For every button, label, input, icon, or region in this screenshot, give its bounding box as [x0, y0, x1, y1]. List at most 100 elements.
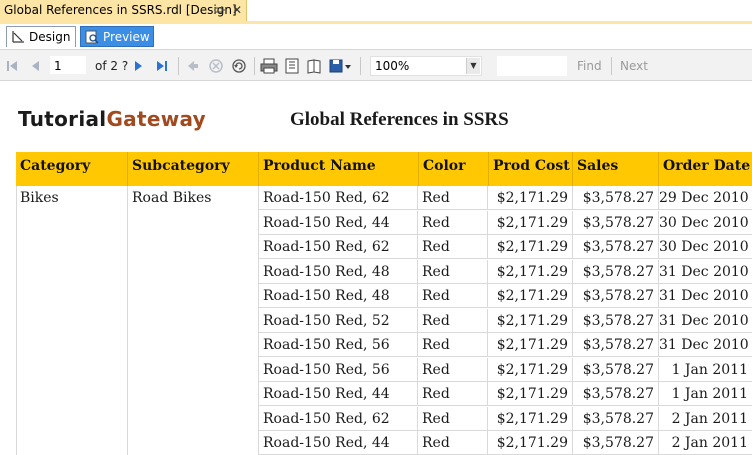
- order-date-cell: 2 Jan 2011: [659, 407, 752, 431]
- column-header-order-date: Order Date: [663, 158, 751, 174]
- order-date-cell: 31 Dec 2010: [659, 333, 752, 357]
- table-row: Road-150 Red, 56 Red $2,171.29 $3,578.27 31 …: [0, 333, 752, 357]
- table-row: Road-150 Red, 52 Red $2,171.29 $3,578.27 31 …: [0, 308, 752, 333]
- sales-cell: $3,578.27: [573, 210, 659, 235]
- color-cell: Red: [418, 235, 488, 259]
- column-header-prod-cost: Prod Cost: [489, 152, 573, 186]
- sales-cell: $3,578.27: [573, 284, 659, 308]
- order-date-cell: 1 Jan 2011: [659, 358, 752, 382]
- order-date-cell: 30 Dec 2010: [659, 235, 752, 259]
- order-date-cell: 31 Dec 2010: [659, 284, 752, 308]
- table-row: Road-150 Red, 62 Red $2,171.29 $3,578.27 29 …: [0, 186, 752, 210]
- product-name-cell: Road-150 Red, 62: [259, 235, 418, 259]
- document-tab-title: Global References in SSRS.rdl [Design]: [4, 3, 237, 17]
- page-number-input[interactable]: 1: [50, 56, 86, 74]
- find-input[interactable]: [497, 56, 567, 76]
- table-row: Road-150 Red, 44 Red $2,171.29 $3,578.27 1 J…: [0, 382, 752, 406]
- export-icon[interactable]: [328, 57, 352, 75]
- product-name-cell: Road-150 Red, 48: [259, 284, 418, 308]
- refresh-icon[interactable]: [231, 57, 247, 75]
- prod-cost-cell: $2,171.29: [488, 259, 573, 284]
- sales-cell: $3,578.27: [573, 406, 659, 431]
- column-header-subcategory: Subcategory: [128, 152, 259, 186]
- column-header-sales: Sales: [573, 152, 659, 186]
- previous-page-icon[interactable]: [30, 57, 40, 75]
- order-date-cell: 1 Jan 2011: [659, 382, 752, 406]
- sales-cell: $3,578.27: [573, 235, 659, 259]
- next-page-icon[interactable]: [134, 57, 144, 75]
- product-name-cell: Road-150 Red, 56: [259, 357, 418, 382]
- product-name-cell: Road-150 Red, 56: [259, 333, 418, 357]
- document-tab[interactable]: Global References in SSRS.rdl [Design] ✕: [0, 0, 247, 21]
- prod-cost-cell: $2,171.29: [488, 210, 573, 235]
- design-icon: [12, 31, 24, 43]
- color-cell: Red: [418, 308, 488, 333]
- color-cell: Red: [418, 382, 488, 406]
- prod-cost-cell: $2,171.29: [488, 235, 573, 259]
- color-cell: Red: [418, 406, 488, 431]
- prod-cost-cell: $2,171.29: [488, 431, 573, 455]
- column-header-color: Color: [419, 152, 489, 186]
- product-name-cell: Road-150 Red, 44: [259, 431, 418, 455]
- logo: TutorialGateway: [18, 107, 206, 131]
- last-page-icon[interactable]: [156, 57, 168, 75]
- column-header-category: Category: [16, 152, 128, 186]
- pin-icon[interactable]: [214, 4, 226, 16]
- product-name-cell: Road-150 Red, 44: [259, 210, 418, 235]
- product-name-cell: Road-150 Red, 48: [259, 259, 418, 284]
- color-cell: Red: [418, 259, 488, 284]
- prod-cost-cell: $2,171.29: [488, 284, 573, 308]
- table-row: Road-150 Red, 44 Red $2,171.29 $3,578.27 30 …: [0, 210, 752, 235]
- product-name-cell: Road-150 Red, 62: [259, 186, 418, 210]
- table-header: Category Subcategory Product Name Color …: [16, 152, 752, 186]
- page-setup-icon[interactable]: [306, 57, 322, 75]
- report-canvas: TutorialGateway Global References in SSR…: [0, 81, 752, 455]
- sales-cell: $3,578.27: [573, 186, 659, 210]
- page-count-label: of 2 ?: [95, 59, 129, 73]
- order-date-cell: 30 Dec 2010: [659, 211, 752, 235]
- color-cell: Red: [418, 357, 488, 382]
- back-icon[interactable]: [186, 57, 200, 75]
- sales-cell: $3,578.27: [573, 382, 659, 406]
- table-row: Road-150 Red, 56 Red $2,171.29 $3,578.27 1 J…: [0, 357, 752, 382]
- find-link[interactable]: Find: [577, 59, 602, 73]
- column-header-product-name: Product Name: [259, 152, 419, 186]
- sales-cell: $3,578.27: [573, 357, 659, 382]
- prod-cost-cell: $2,171.29: [488, 333, 573, 357]
- chevron-down-icon[interactable]: ▼: [466, 58, 480, 74]
- table-row: Road-150 Red, 44 Red $2,171.29 $3,578.27 2 J…: [0, 431, 752, 455]
- product-name-cell: Road-150 Red, 62: [259, 406, 418, 431]
- first-page-icon[interactable]: [6, 57, 18, 75]
- zoom-value: 100%: [375, 59, 410, 73]
- preview-icon: [85, 30, 99, 44]
- order-date-cell: 31 Dec 2010: [659, 309, 752, 333]
- order-date-cell: 2 Jan 2011: [659, 431, 752, 455]
- prod-cost-cell: $2,171.29: [488, 186, 573, 210]
- sales-cell: $3,578.27: [573, 333, 659, 357]
- toolbar-separator: [178, 57, 179, 75]
- color-cell: Red: [418, 284, 488, 308]
- prod-cost-cell: $2,171.29: [488, 406, 573, 431]
- print-layout-icon[interactable]: [284, 57, 300, 75]
- sales-cell: $3,578.27: [573, 431, 659, 455]
- view-tab-bar: Design Preview: [0, 24, 752, 48]
- stop-icon[interactable]: [208, 57, 224, 75]
- zoom-select[interactable]: 100% ▼: [370, 56, 482, 76]
- order-date-cell: 29 Dec 2010: [659, 186, 752, 210]
- product-name-cell: Road-150 Red, 44: [259, 382, 418, 406]
- logo-part-2: Gateway: [106, 107, 207, 131]
- sales-cell: $3,578.27: [573, 308, 659, 333]
- report-title: Global References in SSRS: [290, 109, 509, 130]
- toolbar-separator: [254, 57, 255, 75]
- tab-design[interactable]: Design: [6, 26, 76, 47]
- table-row: Road-150 Red, 62 Red $2,171.29 $3,578.27 2 J…: [0, 406, 752, 431]
- tab-preview-label: Preview: [103, 29, 150, 44]
- report-toolbar: 1 of 2 ? 100% ▼ Find Next: [0, 49, 752, 81]
- color-cell: Red: [418, 431, 488, 455]
- close-icon[interactable]: ✕: [232, 2, 242, 18]
- logo-part-1: Tutorial: [18, 107, 107, 131]
- tab-preview[interactable]: Preview: [80, 26, 154, 47]
- print-icon[interactable]: [260, 57, 278, 75]
- prod-cost-cell: $2,171.29: [488, 308, 573, 333]
- next-link[interactable]: Next: [620, 59, 648, 73]
